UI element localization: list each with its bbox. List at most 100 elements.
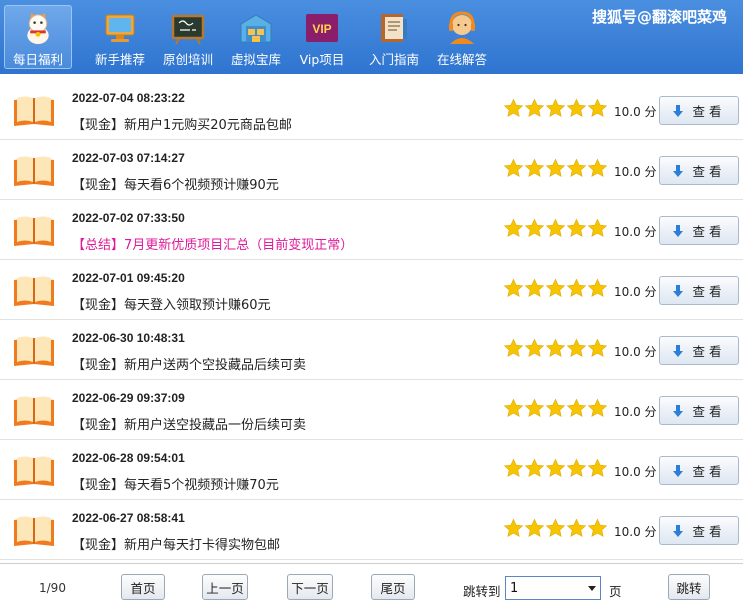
prev-page-button[interactable]: 上一页 (202, 574, 248, 600)
jump-button[interactable]: 跳转 (668, 574, 710, 600)
book-icon (14, 216, 54, 246)
star-icon (587, 158, 608, 177)
warehouse-icon (240, 14, 272, 43)
item-date: 2022-06-29 09:37:09 (72, 391, 185, 405)
nav-item-label: 每日福利 (12, 52, 63, 67)
nav-item-2[interactable]: 原创培训 (154, 5, 222, 69)
list-item: 2022-06-28 09:54:01 【现金】每天看5个视频预计赚70元 10.0… (0, 440, 743, 500)
star-icon (503, 278, 524, 297)
page-select[interactable]: 1 (505, 576, 601, 600)
item-title-link[interactable]: 【现金】新用户每天打卡得实物包邮 (72, 534, 280, 553)
star-rating (503, 98, 608, 119)
star-icon (566, 218, 587, 237)
item-title-link[interactable]: 【现金】新用户送空投藏品一份后续可卖 (72, 414, 306, 433)
item-title-link[interactable]: 【现金】新用户1元购买20元商品包邮 (72, 114, 292, 133)
view-button[interactable]: 查看 (659, 276, 739, 305)
star-rating (503, 518, 608, 539)
book-icon (14, 156, 54, 186)
nav-item-0[interactable]: 每日福利 (4, 5, 72, 69)
list-item: 2022-07-01 09:45:20 【现金】每天登入领取预计赚60元 10.0 … (0, 260, 743, 320)
download-arrow-icon (673, 524, 684, 537)
books-icon (381, 14, 407, 42)
star-icon (524, 218, 545, 237)
view-button[interactable]: 查看 (659, 456, 739, 485)
star-icon (587, 458, 608, 477)
view-button[interactable]: 查看 (659, 156, 739, 185)
nav-item-5[interactable]: 入门指南 (360, 5, 428, 69)
view-button[interactable]: 查看 (659, 216, 739, 245)
list-item: 2022-06-30 10:48:31 【现金】新用户送两个空投藏品后续可卖 10.… (0, 320, 743, 380)
last-page-button[interactable]: 尾页 (371, 574, 415, 600)
item-date: 2022-07-03 07:14:27 (72, 151, 185, 165)
book-icon (14, 276, 54, 306)
nav-item-4[interactable]: VIP Vip项目 (288, 5, 356, 69)
star-icon (545, 458, 566, 477)
page-select-value: 1 (510, 580, 519, 596)
nav-item-1[interactable]: 新手推荐 (86, 5, 154, 69)
download-arrow-icon (673, 104, 684, 117)
view-button[interactable]: 查看 (659, 336, 739, 365)
star-icon (503, 398, 524, 417)
pagination-bar: 1/90 首页 上一页 下一页 尾页 跳转到 1 页 跳转 (0, 563, 743, 609)
star-icon (545, 98, 566, 117)
star-icon (524, 518, 545, 537)
star-icon (545, 518, 566, 537)
first-page-button[interactable]: 首页 (121, 574, 165, 600)
star-icon (587, 338, 608, 357)
star-rating (503, 458, 608, 479)
item-title-link[interactable]: 【现金】每天登入领取预计赚60元 (72, 294, 271, 313)
book-icon (14, 396, 54, 426)
book-icon (14, 336, 54, 366)
view-button-label: 查看 (692, 344, 726, 359)
item-date: 2022-06-30 10:48:31 (72, 331, 185, 345)
star-icon (566, 278, 587, 297)
item-date: 2022-06-28 09:54:01 (72, 451, 185, 465)
view-button[interactable]: 查看 (659, 396, 739, 425)
monitor-icon (105, 14, 135, 42)
download-arrow-icon (673, 164, 684, 177)
book-icon (14, 456, 54, 486)
star-icon (587, 518, 608, 537)
nav-item-label: 入门指南 (368, 52, 419, 67)
star-icon (587, 278, 608, 297)
download-arrow-icon (673, 464, 684, 477)
star-icon (566, 338, 587, 357)
top-navigation-bar: 每日福利 新手推荐 原创培训 虚拟宝库 VIP Vip项目 入门指南 在线解答 搜狐号@翻滚吧… (0, 0, 743, 74)
star-icon (524, 278, 545, 297)
download-arrow-icon (673, 404, 684, 417)
chalkboard-icon (171, 14, 205, 45)
star-icon (545, 158, 566, 177)
item-score: 10.0 分 (614, 405, 657, 419)
list-item: 2022-07-03 07:14:27 【现金】每天看6个视频预计赚90元 10.0… (0, 140, 743, 200)
view-button[interactable]: 查看 (659, 516, 739, 545)
star-rating (503, 218, 608, 239)
star-icon (524, 398, 545, 417)
item-date: 2022-07-01 09:45:20 (72, 271, 185, 285)
item-score: 10.0 分 (614, 165, 657, 179)
item-title-link[interactable]: 【现金】新用户送两个空投藏品后续可卖 (72, 354, 306, 373)
view-button-label: 查看 (692, 284, 726, 299)
view-button[interactable]: 查看 (659, 96, 739, 125)
star-icon (524, 338, 545, 357)
item-score: 10.0 分 (614, 285, 657, 299)
star-rating (503, 278, 608, 299)
star-icon (545, 338, 566, 357)
nav-item-label: Vip项目 (299, 52, 345, 67)
star-rating (503, 338, 608, 359)
star-icon (587, 98, 608, 117)
item-title-link[interactable]: 【现金】每天看5个视频预计赚70元 (72, 474, 279, 493)
next-page-button[interactable]: 下一页 (287, 574, 333, 600)
star-icon (503, 338, 524, 357)
star-icon (587, 398, 608, 417)
star-icon (524, 158, 545, 177)
item-title-link[interactable]: 【现金】每天看6个视频预计赚90元 (72, 174, 279, 193)
star-rating (503, 158, 608, 179)
nav-item-6[interactable]: 在线解答 (428, 5, 496, 69)
star-icon (545, 218, 566, 237)
item-score: 10.0 分 (614, 105, 657, 119)
list-item: 2022-06-29 09:37:09 【现金】新用户送空投藏品一份后续可卖 10.… (0, 380, 743, 440)
vip-badge-text: VIP (312, 22, 331, 36)
nav-item-3[interactable]: 虚拟宝库 (222, 5, 290, 69)
nav-item-label: 在线解答 (436, 52, 487, 67)
item-title-link[interactable]: 【总结】7月更新优质项目汇总（目前变现正常） (72, 234, 353, 253)
